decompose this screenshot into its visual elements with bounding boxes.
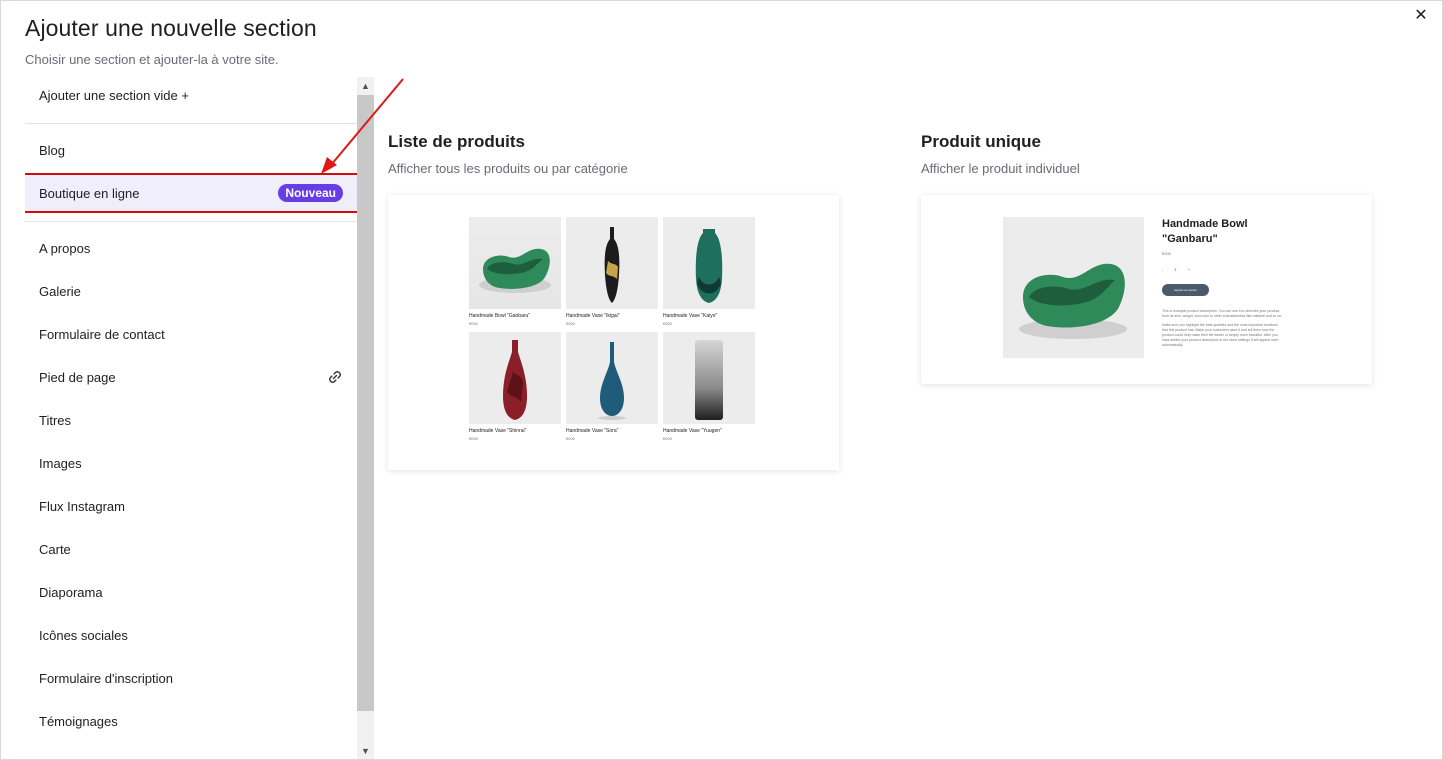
product-price: €000 bbox=[663, 436, 672, 441]
description-paragraph: Make sure you highlight the best qualiti… bbox=[1162, 323, 1279, 347]
product-price: €000 bbox=[469, 321, 478, 326]
link-icon bbox=[327, 369, 343, 385]
modal-title: Ajouter une nouvelle section bbox=[25, 15, 317, 41]
product-tile: Handmade Vase "Sora" €000 bbox=[566, 332, 658, 441]
scroll-down-arrow-icon[interactable]: ▼ bbox=[357, 742, 374, 759]
product-name: Handmade Vase "Yuugen" bbox=[663, 428, 722, 434]
sidebar-item-label: Diaporama bbox=[39, 584, 103, 600]
product-price: €000 bbox=[566, 436, 575, 441]
sidebar-item-testimonials[interactable]: Témoignages bbox=[25, 703, 357, 739]
single-product-title: Handmade Bowl "Ganbaru" bbox=[1162, 218, 1248, 245]
sidebar-item-label: Boutique en ligne bbox=[39, 185, 140, 201]
single-product-card[interactable]: Handmade Bowl "Ganbaru" €000 - 1 + Ajout… bbox=[921, 195, 1372, 384]
product-name: Handmade Vase "Shinrai" bbox=[469, 428, 527, 434]
sidebar-item-blog[interactable]: Blog bbox=[25, 132, 357, 168]
bowl-image-icon bbox=[469, 217, 561, 309]
section-list: Ajouter une section vide + Blog Boutique… bbox=[25, 77, 357, 759]
sidebar-item-label: Flux Instagram bbox=[39, 498, 125, 514]
sidebar-item-signup-form[interactable]: Formulaire d'inscription bbox=[25, 660, 357, 696]
modal-subtitle: Choisir une section et ajouter-la à votr… bbox=[25, 52, 279, 67]
product-name: Handmade Bowl "Ganbaru" bbox=[469, 313, 531, 319]
sidebar-item-label: Formulaire d'inscription bbox=[39, 670, 173, 686]
sidebar-item-label: Carte bbox=[39, 541, 71, 557]
sidebar-item-empty-section[interactable]: Ajouter une section vide + bbox=[25, 77, 357, 113]
divider bbox=[25, 221, 357, 222]
product-list-card[interactable]: Handmade Bowl "Ganbaru" €000 Handmade Va… bbox=[388, 195, 839, 470]
sidebar-item-titles[interactable]: Titres bbox=[25, 402, 357, 438]
vase-image-icon bbox=[566, 332, 658, 424]
single-product-header: Produit unique Afficher le produit indiv… bbox=[921, 132, 1080, 176]
close-icon[interactable]: ✕ bbox=[1412, 7, 1430, 25]
sidebar-item-label: Témoignages bbox=[39, 713, 118, 729]
card-title: Liste de produits bbox=[388, 132, 525, 151]
sidebar-item-contact-form[interactable]: Formulaire de contact bbox=[25, 316, 357, 352]
sidebar-item-online-store[interactable]: Boutique en ligne Nouveau bbox=[25, 173, 357, 213]
sidebar-item-gallery[interactable]: Galerie bbox=[25, 273, 357, 309]
product-price: €000 bbox=[469, 436, 478, 441]
sidebar-item-footer[interactable]: Pied de page bbox=[25, 359, 357, 395]
sidebar-item-social-icons[interactable]: Icônes sociales bbox=[25, 617, 357, 653]
sidebar-item-label: Icônes sociales bbox=[39, 627, 128, 643]
vase-image-icon bbox=[663, 332, 755, 424]
description-paragraph: This is example product description. You… bbox=[1162, 309, 1283, 318]
single-product-description: This is example product description. You… bbox=[1162, 309, 1284, 348]
add-section-modal: Ajouter une nouvelle section Choisir une… bbox=[0, 0, 1443, 760]
sidebar-item-label: A propos bbox=[39, 240, 91, 256]
section-sidebar: Ajouter une section vide + Blog Boutique… bbox=[25, 77, 374, 759]
card-title: Produit unique bbox=[921, 132, 1041, 151]
card-description: Afficher le produit individuel bbox=[921, 161, 1080, 176]
bowl-image-icon bbox=[1003, 217, 1144, 358]
sidebar-item-instagram-feed[interactable]: Flux Instagram bbox=[25, 488, 357, 524]
sidebar-item-label: Formulaire de contact bbox=[39, 326, 165, 342]
sidebar-item-label: Galerie bbox=[39, 283, 81, 299]
sidebar-item-map[interactable]: Carte bbox=[25, 531, 357, 567]
vase-image-icon bbox=[566, 217, 658, 309]
card-description: Afficher tous les produits ou par catégo… bbox=[388, 161, 628, 176]
product-list-header: Liste de produits Afficher tous les prod… bbox=[388, 132, 628, 176]
vase-image-icon bbox=[663, 217, 755, 309]
new-badge: Nouveau bbox=[278, 184, 343, 202]
divider bbox=[25, 123, 357, 124]
product-tile: Handmade Vase "Ikigai" €000 bbox=[566, 217, 658, 326]
sidebar-item-label: Titres bbox=[39, 412, 72, 428]
sidebar-item-images[interactable]: Images bbox=[25, 445, 357, 481]
product-tile: Handmade Vase "Shinrai" €000 bbox=[469, 332, 561, 441]
product-tile: Handmade Vase "Kaiyo" €000 bbox=[663, 217, 755, 326]
product-name: Handmade Vase "Ikigai" bbox=[566, 313, 620, 319]
single-product-price: €000 bbox=[1162, 251, 1171, 256]
product-name: Handmade Vase "Kaiyo" bbox=[663, 313, 718, 319]
scroll-thumb[interactable] bbox=[357, 95, 374, 711]
product-tile: Handmade Bowl "Ganbaru" €000 bbox=[469, 217, 561, 326]
sidebar-scrollbar[interactable]: ▲ ▼ bbox=[357, 77, 374, 759]
add-to-cart-button: Ajouter au panier bbox=[1162, 284, 1209, 296]
quantity-stepper: - 1 + bbox=[1162, 267, 1196, 272]
sidebar-item-label: Blog bbox=[39, 142, 66, 158]
sidebar-item-label: Images bbox=[39, 455, 82, 471]
sidebar-item-slideshow[interactable]: Diaporama bbox=[25, 574, 357, 610]
product-price: €000 bbox=[663, 321, 672, 326]
sidebar-item-label: Pied de page bbox=[39, 369, 116, 385]
product-tile: Handmade Vase "Yuugen" €000 bbox=[663, 332, 755, 441]
sidebar-item-label: Ajouter une section vide + bbox=[39, 87, 189, 103]
product-grid: Handmade Bowl "Ganbaru" €000 Handmade Va… bbox=[469, 217, 755, 441]
product-price: €000 bbox=[566, 321, 575, 326]
product-name: Handmade Vase "Sora" bbox=[566, 428, 619, 434]
sidebar-item-about[interactable]: A propos bbox=[25, 230, 357, 266]
vase-image-icon bbox=[469, 332, 561, 424]
